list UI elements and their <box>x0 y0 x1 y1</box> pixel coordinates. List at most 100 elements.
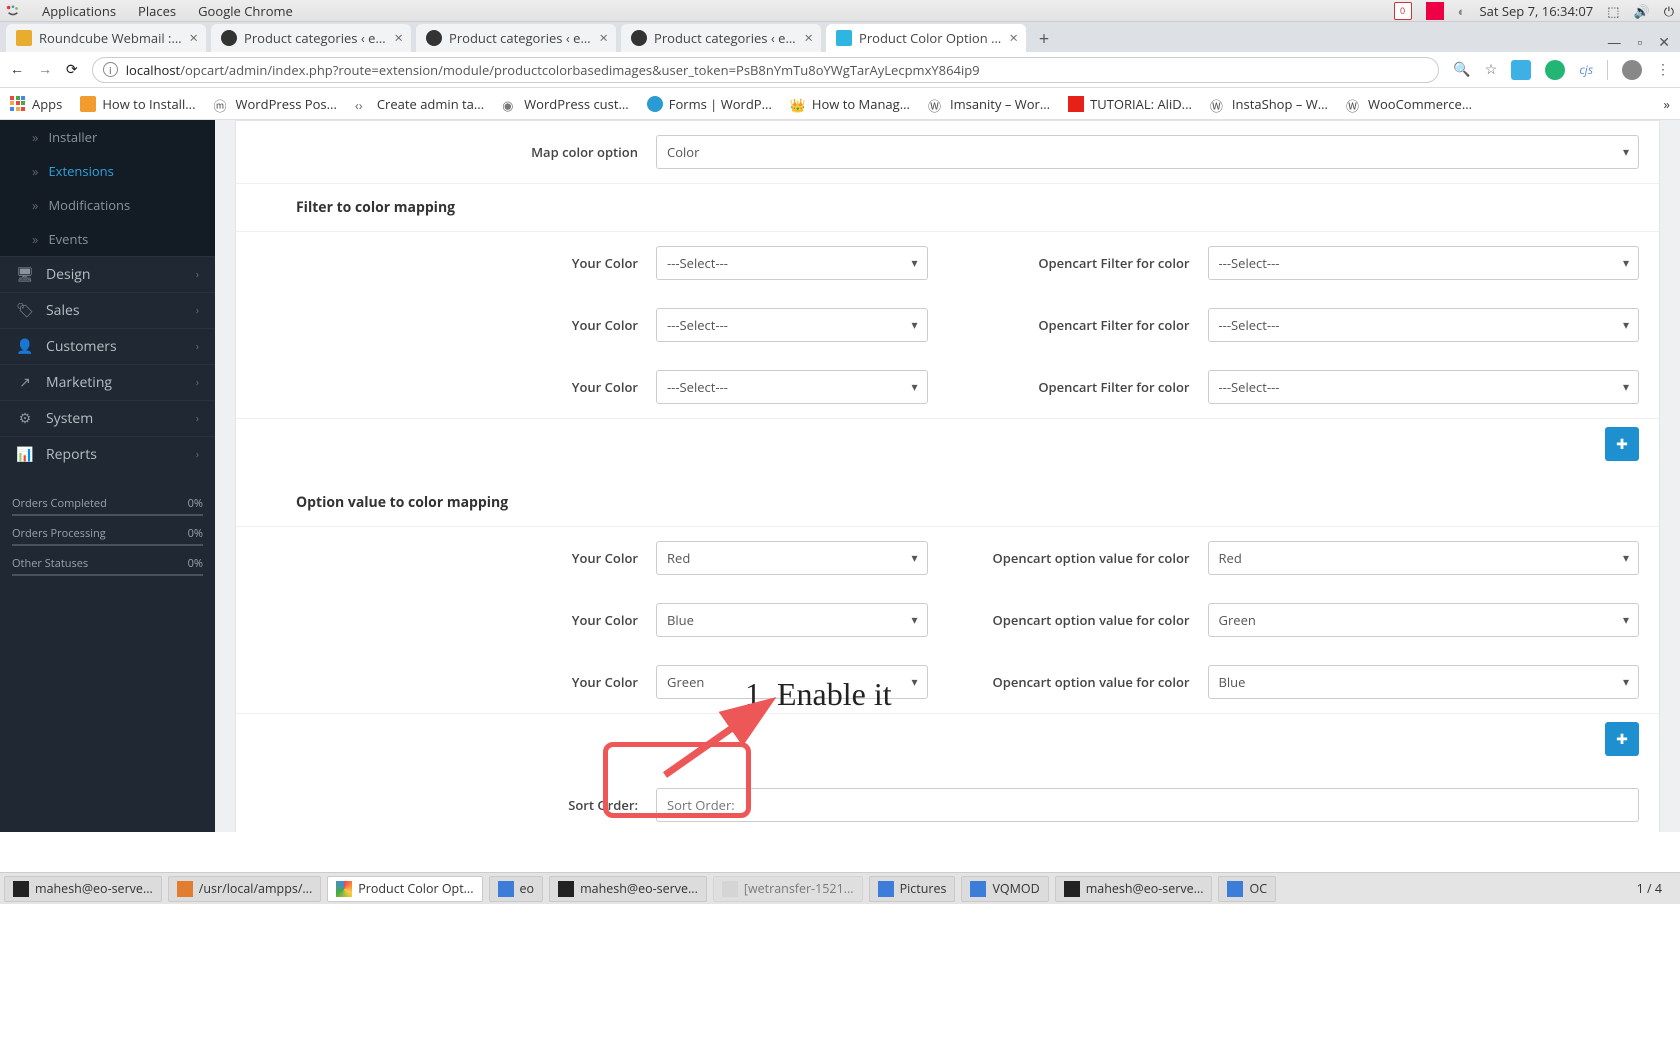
bookmark-item[interactable]: ⓌWooCommerce... <box>1346 95 1472 113</box>
your-color-select[interactable]: ---Select--- <box>656 308 928 342</box>
workspace-indicator[interactable]: 1 / 4 <box>1623 880 1676 897</box>
gnome-menu[interactable]: Applications <box>42 2 116 20</box>
your-color-label: Your Color <box>236 541 656 575</box>
chrome-menu-icon[interactable]: ⋮ <box>1656 60 1670 79</box>
divider <box>1607 60 1608 80</box>
sidebar-sub-modifications[interactable]: Modifications <box>0 188 215 222</box>
opencart-filter-select[interactable]: ---Select--- <box>1208 246 1640 280</box>
settings-panel: Map color option Color Filter to color m… <box>235 120 1660 832</box>
share-icon: ↗ <box>16 373 34 392</box>
sidebar-sub-extensions[interactable]: Extensions <box>0 154 215 188</box>
notif-icon[interactable]: 0 <box>1394 2 1412 20</box>
url-path: /opcart/admin/index.php?route=extension/… <box>180 61 979 79</box>
chevron-right-icon: › <box>196 267 199 282</box>
gnome-menu[interactable]: Places <box>138 2 176 20</box>
profile-avatar[interactable] <box>1622 60 1642 80</box>
sidebar-item-reports[interactable]: 📊Reports› <box>0 436 215 472</box>
map-color-option-select[interactable]: Color <box>656 135 1639 169</box>
bookmark-item[interactable]: ⓌInstaShop – W... <box>1210 95 1328 113</box>
close-icon[interactable]: × <box>394 28 403 48</box>
close-icon[interactable]: × <box>804 28 813 48</box>
opencart-filter-select[interactable]: ---Select--- <box>1208 370 1640 404</box>
maximize-icon[interactable]: ▫ <box>1637 33 1642 52</box>
bookmark-item[interactable]: ◉WordPress cust... <box>502 95 629 113</box>
tab-strip: Roundcube Webmail :: Inbo× Product categ… <box>0 22 1680 52</box>
close-icon[interactable]: × <box>1009 28 1018 48</box>
task-item[interactable]: mahesh@eo-serve... <box>4 876 162 902</box>
sidebar-item-customers[interactable]: 👤Customers› <box>0 328 215 364</box>
reload-button[interactable]: ⟳ <box>66 60 78 79</box>
opencart-option-label: Opencart option value for color <box>948 665 1208 699</box>
sidebar-sub-installer[interactable]: Installer <box>0 120 215 154</box>
extension-icon[interactable] <box>1545 60 1565 80</box>
task-item[interactable]: mahesh@eo-serve... <box>1055 876 1213 902</box>
close-icon[interactable]: × <box>599 28 608 48</box>
browser-tab[interactable]: Roundcube Webmail :: Inbo× <box>6 24 206 52</box>
sidebar-item-marketing[interactable]: ↗Marketing› <box>0 364 215 400</box>
browser-tab[interactable]: Product categories ‹ eo —× <box>416 24 616 52</box>
network-icon[interactable]: ⬚ <box>1607 2 1619 20</box>
close-window-icon[interactable]: ✕ <box>1658 33 1670 52</box>
your-color-select[interactable]: Green <box>656 665 928 699</box>
minimize-icon[interactable]: — <box>1607 33 1621 52</box>
add-row-button[interactable]: ✚ <box>1605 427 1639 461</box>
opencart-filter-label: Opencart Filter for color <box>948 246 1208 280</box>
zoom-icon[interactable]: 🔍 <box>1453 60 1470 79</box>
opencart-option-select[interactable]: Red <box>1208 541 1640 575</box>
spinner-icon: ◐ <box>1458 2 1466 20</box>
your-color-select[interactable]: Red <box>656 541 928 575</box>
site-info-icon[interactable]: i <box>103 62 118 77</box>
sort-order-input[interactable] <box>656 788 1639 822</box>
task-item[interactable]: /usr/local/ampps/... <box>168 876 321 902</box>
map-color-option-label: Map color option <box>236 135 656 169</box>
opencart-filter-select[interactable]: ---Select--- <box>1208 308 1640 342</box>
chevron-right-icon: › <box>196 447 199 462</box>
close-icon[interactable]: × <box>189 28 198 48</box>
sidebar-item-system[interactable]: ⚙System› <box>0 400 215 436</box>
gnome-menu[interactable]: Google Chrome <box>198 2 293 20</box>
task-item[interactable]: mahesh@eo-serve... <box>549 876 707 902</box>
extension-icon[interactable]: cjs <box>1579 61 1593 78</box>
volume-icon[interactable]: 🔊 <box>1634 2 1650 20</box>
user-icon: 👤 <box>16 337 34 356</box>
sidebar-item-design[interactable]: 🖥Design› <box>0 256 215 292</box>
your-color-select[interactable]: ---Select--- <box>656 246 928 280</box>
bookmark-item[interactable]: ⓌImsanity – Wor... <box>928 95 1050 113</box>
task-item[interactable]: eo <box>489 876 544 902</box>
sidebar-sub-events[interactable]: Events <box>0 222 215 256</box>
bookmark-item[interactable]: How to Install... <box>80 95 195 113</box>
apps-button[interactable]: Apps <box>10 95 62 113</box>
desktop-spacer <box>0 832 1680 872</box>
address-bar[interactable]: i localhost/opcart/admin/index.php?route… <box>92 57 1440 83</box>
bookmark-item[interactable]: ‹›Create admin ta... <box>355 95 484 113</box>
browser-tab[interactable]: Product categories ‹ eo —× <box>211 24 411 52</box>
task-item[interactable]: [wetransfer-1521... <box>713 876 863 902</box>
bookmark-item[interactable]: TUTORIAL: AliD... <box>1068 95 1192 113</box>
star-icon[interactable]: ☆ <box>1485 60 1498 79</box>
add-row-button[interactable]: ✚ <box>1605 722 1639 756</box>
opencart-option-select[interactable]: Green <box>1208 603 1640 637</box>
bookmark-overflow-icon[interactable]: » <box>1664 95 1670 113</box>
extension-icon[interactable] <box>1511 60 1531 80</box>
forward-button[interactable]: → <box>38 60 52 79</box>
task-item[interactable]: OC <box>1218 876 1276 902</box>
browser-tab[interactable]: Product categories ‹ eo —× <box>621 24 821 52</box>
bookmark-item[interactable]: 👑How to Manag... <box>790 95 910 113</box>
app-indicator-icon[interactable] <box>1426 2 1444 20</box>
power-icon[interactable]: ⏻ <box>1664 2 1674 20</box>
sidebar-item-sales[interactable]: 🏷Sales› <box>0 292 215 328</box>
sort-order-label: Sort Order: <box>236 788 656 822</box>
your-color-label: Your Color <box>236 603 656 637</box>
opencart-option-select[interactable]: Blue <box>1208 665 1640 699</box>
browser-tab-active[interactable]: Product Color Option Imag× <box>826 24 1026 52</box>
new-tab-button[interactable]: + <box>1031 26 1057 52</box>
your-color-select[interactable]: ---Select--- <box>656 370 928 404</box>
gnome-logo-icon <box>6 4 20 18</box>
back-button[interactable]: ← <box>10 60 24 79</box>
task-item[interactable]: VQMOD <box>961 876 1048 902</box>
bookmark-item[interactable]: ⓜWordPress Pos... <box>213 95 336 113</box>
task-item[interactable]: Pictures <box>869 876 956 902</box>
your-color-select[interactable]: Blue <box>656 603 928 637</box>
task-item[interactable]: Product Color Opt... <box>327 876 482 902</box>
bookmark-item[interactable]: Forms | WordP... <box>647 95 772 113</box>
